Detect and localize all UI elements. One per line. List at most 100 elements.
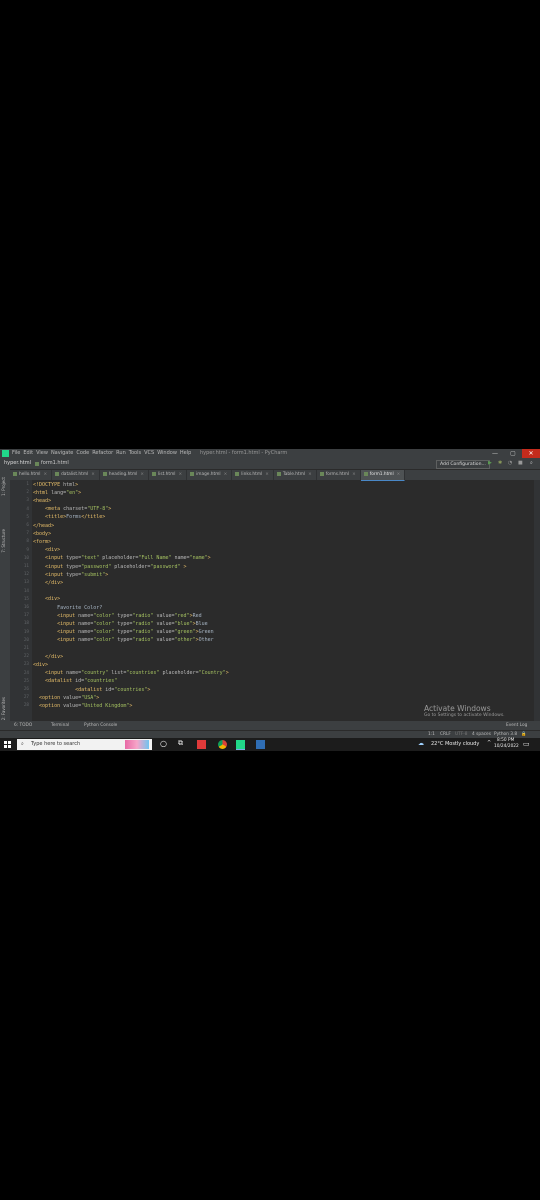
project-panel-tab[interactable]: 1: Project [1, 477, 6, 496]
activate-title: Activate Windows [424, 704, 491, 713]
line-number: 14 [23, 588, 29, 594]
close-tab-icon[interactable]: × [178, 472, 182, 477]
menu-item-help[interactable]: Help [180, 450, 191, 456]
pycharm-taskbar-icon[interactable] [236, 740, 245, 750]
html-file-icon [190, 471, 195, 476]
close-tab-icon[interactable]: × [308, 472, 312, 477]
code-line[interactable]: <body> [33, 530, 51, 538]
left-tool-window-bar: 1: Project 7: Structure 2: Favorites [0, 469, 10, 721]
app-taskbar-icon[interactable] [256, 740, 265, 749]
menu-item-edit[interactable]: Edit [23, 450, 33, 456]
windows-start-icon[interactable] [4, 741, 11, 748]
close-tab-icon[interactable]: × [352, 472, 356, 477]
minimize-button[interactable]: — [486, 449, 504, 458]
close-tab-icon[interactable]: × [91, 472, 95, 477]
add-configuration-button[interactable]: Add Configuration... [436, 460, 490, 469]
code-line[interactable]: <div> [33, 546, 60, 554]
tab-hello-html[interactable]: hello.html × [10, 470, 53, 480]
event-log-tab[interactable]: Event Log [506, 721, 527, 730]
clock-time[interactable]: 8:50 PM [497, 738, 514, 743]
tab-forms-html[interactable]: forms.html × [317, 470, 361, 480]
menu-item-tools[interactable]: Tools [129, 450, 141, 456]
tab-heading-html[interactable]: heading.html × [100, 470, 149, 480]
close-tab-icon[interactable]: × [43, 472, 47, 477]
menu-item-code[interactable]: Code [76, 450, 89, 456]
python-console-tab[interactable]: Python Console [84, 721, 117, 730]
code-line[interactable]: <form> [33, 538, 51, 546]
line-number: 2 [26, 490, 29, 496]
clock-date[interactable]: 10/24/2022 [494, 744, 519, 749]
menu-item-refactor[interactable]: Refactor [92, 450, 113, 456]
notification-icon[interactable]: ▭ [523, 740, 530, 748]
menu-item-view[interactable]: View [36, 450, 48, 456]
close-button[interactable]: ✕ [522, 449, 540, 458]
menu-item-run[interactable]: Run [116, 450, 126, 456]
wps-office-icon[interactable] [197, 740, 206, 749]
tab-table-html[interactable]: Table.html × [274, 470, 317, 480]
taskbar-search-box[interactable]: ⌕ Type here to search [17, 739, 152, 750]
code-line[interactable]: <option value="USA"> [33, 694, 99, 702]
coverage-icon[interactable]: ◔ [508, 458, 512, 469]
breadcrumb-file[interactable]: form1.html [41, 458, 69, 469]
code-line[interactable]: <input name="color" type="radio" value="… [33, 628, 214, 636]
menu-item-window[interactable]: Window [157, 450, 177, 456]
debug-icon[interactable]: ✱ [498, 458, 502, 469]
code-line[interactable]: </head> [33, 522, 54, 530]
run-icon[interactable]: ▶ [488, 458, 492, 469]
stop-icon[interactable]: ■ [518, 458, 523, 469]
html-file-icon [235, 471, 240, 476]
close-tab-icon[interactable]: × [140, 472, 144, 477]
tab-links-html[interactable]: links.html × [232, 470, 274, 480]
code-line[interactable]: <datalist id="countries"> [33, 686, 150, 694]
editor-scrollbar[interactable] [534, 480, 540, 721]
structure-panel-tab[interactable]: 7: Structure [1, 529, 6, 553]
code-line[interactable]: <input type="password" placeholder="pass… [33, 563, 187, 571]
code-line[interactable]: </div> [33, 579, 63, 587]
code-line[interactable]: <div> [33, 595, 60, 603]
line-number: 9 [26, 547, 29, 553]
code-line[interactable]: <head> [33, 497, 51, 505]
menu-item-navigate[interactable]: Navigate [51, 450, 73, 456]
code-line[interactable]: Favorite Color? [33, 604, 102, 612]
code-line[interactable]: <option value="United Kingdom"> [33, 702, 132, 710]
tray-chevron-icon[interactable]: ^ [487, 740, 491, 746]
line-number: 16 [23, 605, 29, 610]
tab-datalist-html[interactable]: datalist.html × [52, 470, 100, 480]
menu-item-vcs[interactable]: VCS [144, 450, 154, 456]
code-line[interactable]: <meta charset="UTF-8"> [33, 505, 111, 513]
activate-windows-watermark: Activate Windows Go to Settings to activ… [424, 704, 505, 718]
code-line[interactable]: <!DOCTYPE html> [33, 481, 78, 489]
close-tab-icon[interactable]: × [397, 472, 401, 477]
close-tab-icon[interactable]: × [224, 472, 228, 477]
editor-tabs: hello.html × datalist.html × heading.html × li… [10, 470, 540, 481]
line-number: 10 [23, 555, 29, 561]
code-line[interactable]: <input type="submit"> [33, 571, 108, 579]
breadcrumb-project[interactable]: hyper.html [4, 458, 31, 469]
tab-list-html[interactable]: list.html × [149, 470, 188, 480]
todo-tab[interactable]: 6: TODO [14, 721, 32, 730]
maximize-button[interactable]: ▢ [504, 449, 522, 458]
close-tab-icon[interactable]: × [265, 472, 269, 477]
cortana-icon[interactable]: ○ [160, 739, 167, 748]
code-line[interactable]: <input name="color" type="radio" value="… [33, 636, 214, 644]
weather-text[interactable]: 22°C Mostly cloudy [431, 741, 479, 747]
code-editor[interactable]: <!DOCTYPE html> <html lang="en"> <head> <m… [32, 480, 534, 721]
tab-image-html[interactable]: image.html × [187, 470, 233, 480]
code-line[interactable]: <input name="color" type="radio" value="… [33, 620, 208, 628]
chrome-icon[interactable] [218, 740, 227, 749]
weather-icon: ☁ [418, 740, 424, 747]
code-line[interactable]: <input name="country" list="countries" p… [33, 669, 229, 677]
search-icon[interactable]: ⌕ [530, 458, 533, 469]
code-line[interactable]: </div> [33, 653, 63, 661]
code-line[interactable]: <title>Forms</title> [33, 513, 105, 521]
code-line[interactable]: <html lang="en"> [33, 489, 81, 497]
code-line[interactable]: <input name="color" type="radio" value="… [33, 612, 202, 620]
line-number-gutter: 1 2 3 4 5 6 7 8 9 10 11 12 13 14 15 16 17 18 19 20 21 22 23 24 2… [10, 480, 32, 721]
code-line[interactable]: <input type="text" placeholder="Full Nam… [33, 554, 211, 562]
favorites-panel-tab[interactable]: 2: Favorites [1, 697, 6, 720]
task-view-icon[interactable]: ⧉ [178, 739, 183, 748]
code-line[interactable]: <div> [33, 661, 48, 669]
menu-item-file[interactable]: File [12, 450, 20, 456]
code-line[interactable]: <datalist id="countries" [33, 677, 117, 685]
terminal-tab[interactable]: Terminal [51, 721, 69, 730]
